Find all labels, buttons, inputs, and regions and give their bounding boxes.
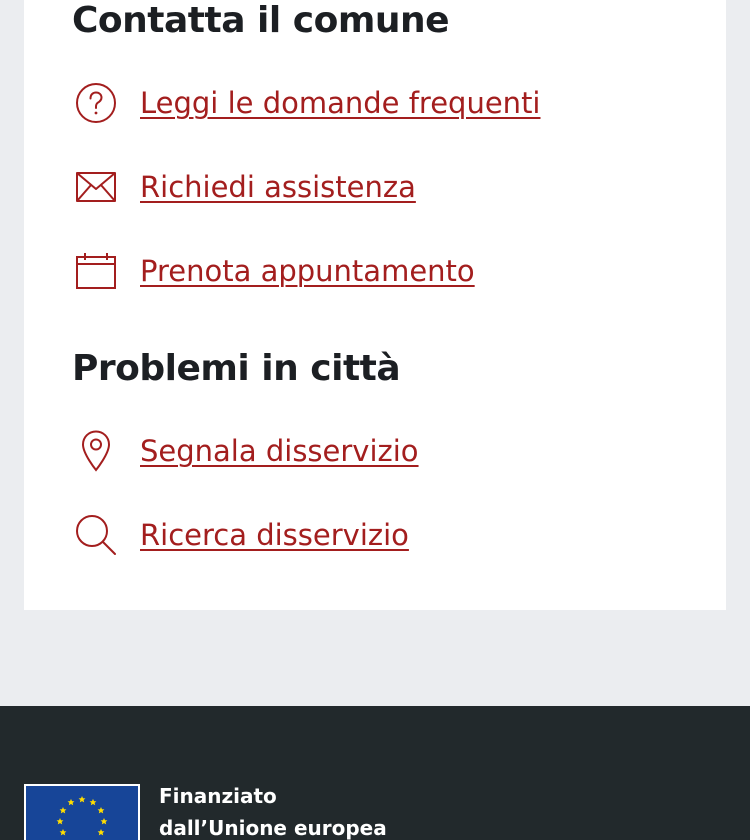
eu-funding-line-1: Finanziato: [159, 784, 277, 808]
faq-link[interactable]: Leggi le domande frequenti: [74, 81, 541, 125]
calendar-icon: [74, 249, 118, 293]
search-issue-link-label[interactable]: Ricerca disservizio: [140, 518, 409, 552]
appointment-link[interactable]: Prenota appuntamento: [74, 249, 475, 293]
eu-funding-line-2: dall’Unione europea: [159, 816, 387, 840]
faq-link-label[interactable]: Leggi le domande frequenti: [140, 86, 541, 120]
assistance-link[interactable]: Richiedi assistenza: [74, 165, 416, 209]
search-issue-link[interactable]: Ricerca disservizio: [74, 513, 409, 557]
contact-heading: Contatta il comune: [72, 0, 450, 41]
help-circle-icon: [74, 81, 118, 125]
eu-flag-icon: [24, 784, 140, 840]
eu-funding-text: Finanziato dall’Unione europea: [159, 780, 387, 840]
map-marker-icon: [74, 429, 118, 473]
assistance-link-label[interactable]: Richiedi assistenza: [140, 170, 416, 204]
contact-card: Contatta il comune Leggi le domande freq…: [24, 0, 726, 610]
report-issue-link[interactable]: Segnala disservizio: [74, 429, 419, 473]
mail-icon: [74, 165, 118, 209]
report-issue-link-label[interactable]: Segnala disservizio: [140, 434, 419, 468]
problems-heading: Problemi in città: [72, 348, 401, 389]
site-footer: Finanziato dall’Unione europea: [0, 706, 750, 840]
appointment-link-label[interactable]: Prenota appuntamento: [140, 254, 475, 288]
search-icon: [74, 513, 118, 557]
